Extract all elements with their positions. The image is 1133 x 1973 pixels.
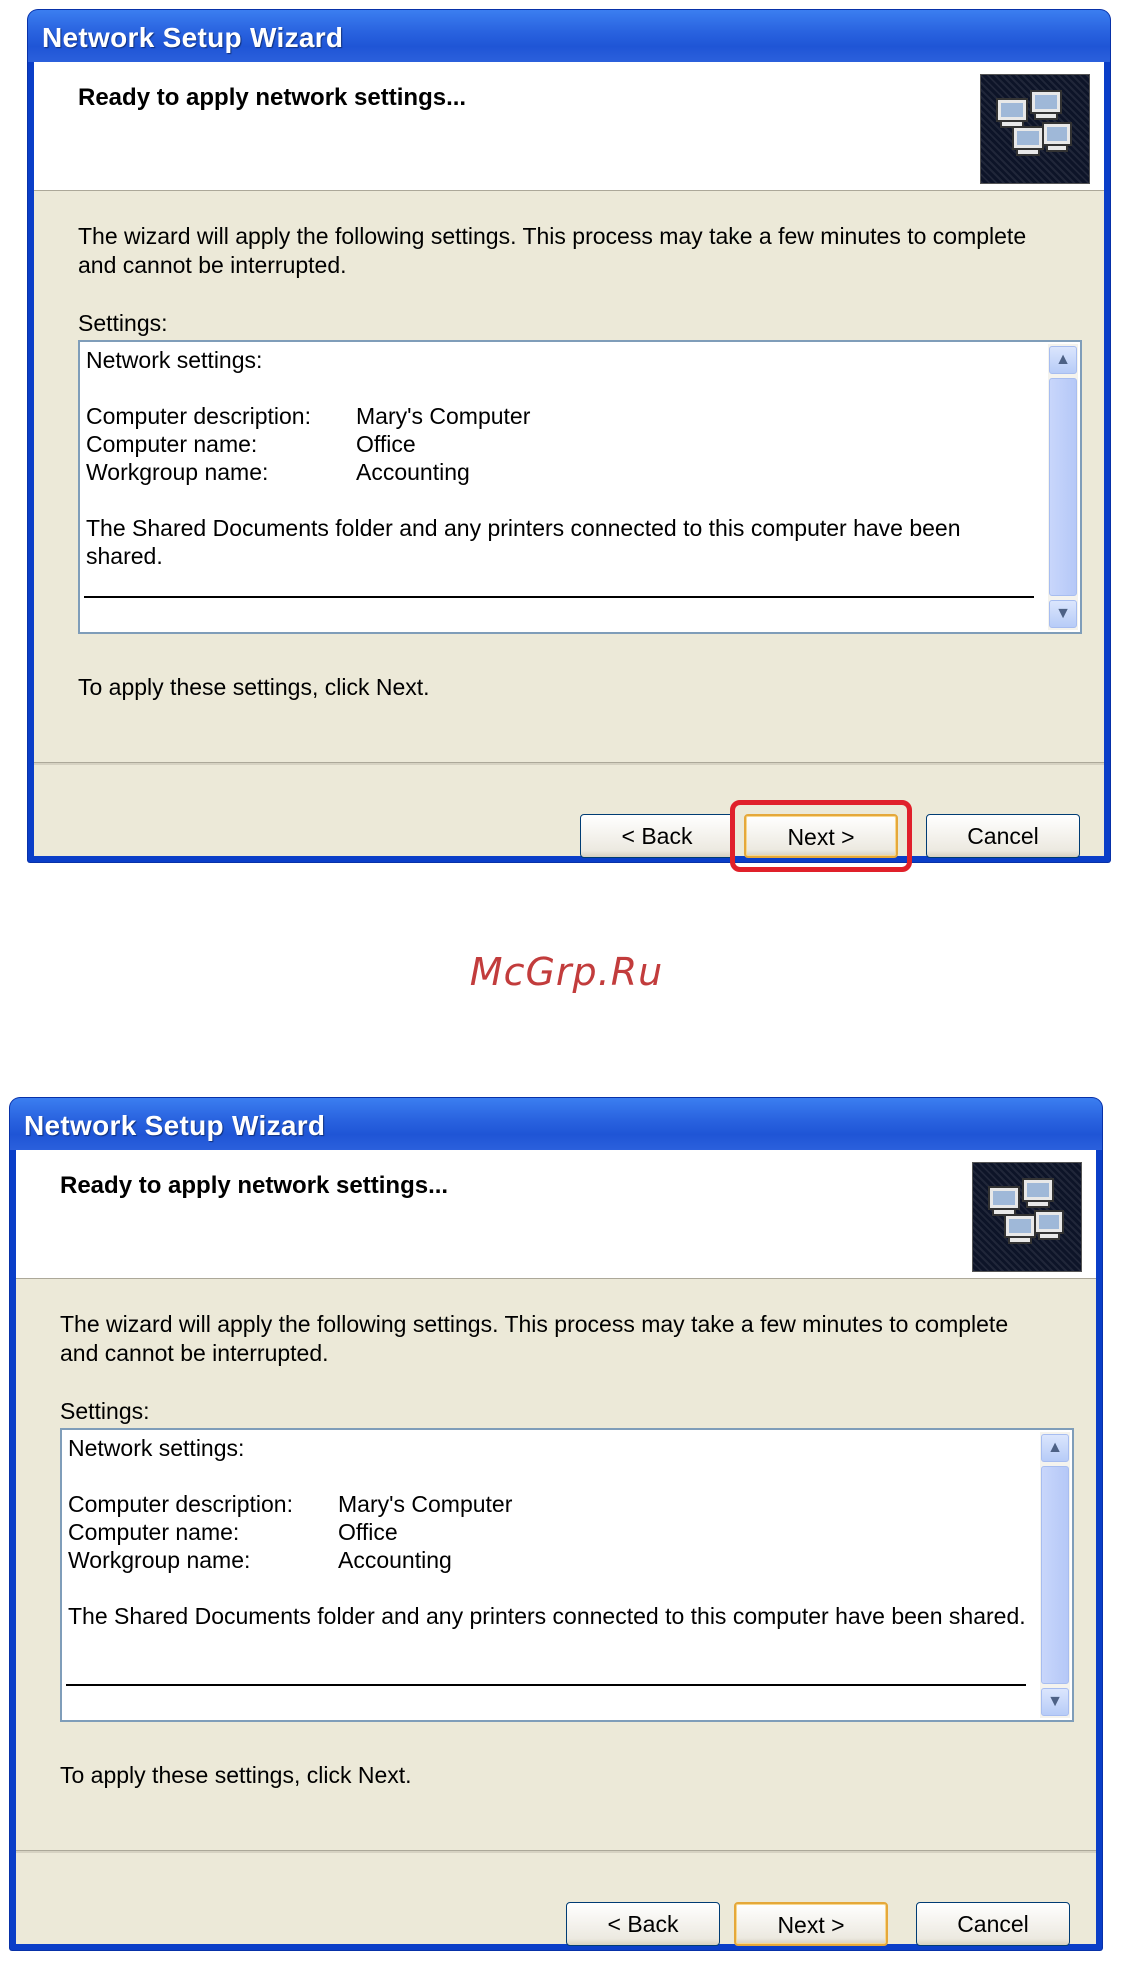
intro-text: The wizard will apply the following sett… bbox=[78, 223, 1027, 278]
wizard-client-area: Ready to apply network settings... The w… bbox=[16, 1150, 1096, 1946]
vertical-scrollbar[interactable]: ▲ ▼ bbox=[1040, 1432, 1070, 1718]
button-separator bbox=[34, 762, 1104, 765]
apply-instruction: To apply these settings, click Next. bbox=[60, 1762, 412, 1788]
scroll-down-icon[interactable]: ▼ bbox=[1049, 600, 1077, 628]
back-button[interactable]: < Back bbox=[580, 814, 734, 858]
setting-key: Computer description: bbox=[68, 1491, 293, 1517]
intro-text: The wizard will apply the following sett… bbox=[60, 1311, 1009, 1366]
setting-key: Workgroup name: bbox=[86, 459, 269, 485]
network-computers-icon bbox=[980, 74, 1090, 184]
setting-value: Office bbox=[338, 1519, 398, 1545]
cancel-button[interactable]: Cancel bbox=[916, 1902, 1070, 1946]
settings-content: Network settings: Computer description: … bbox=[68, 1434, 1032, 1630]
setting-value: Accounting bbox=[338, 1547, 452, 1573]
watermark-text: McGrp.Ru bbox=[469, 950, 664, 994]
scroll-down-icon[interactable]: ▼ bbox=[1041, 1688, 1069, 1716]
title-bar[interactable]: Network Setup Wizard bbox=[10, 1098, 1102, 1150]
scroll-thumb[interactable] bbox=[1041, 1466, 1069, 1684]
settings-content: Network settings: Computer description: … bbox=[86, 346, 1040, 570]
setting-key: Workgroup name: bbox=[68, 1547, 251, 1573]
setting-value: Accounting bbox=[356, 459, 470, 485]
window-title: Network Setup Wizard bbox=[24, 1110, 326, 1141]
apply-instruction: To apply these settings, click Next. bbox=[78, 674, 430, 700]
page-heading: Ready to apply network settings... bbox=[78, 84, 467, 111]
settings-listbox[interactable]: Network settings: Computer description: … bbox=[60, 1428, 1074, 1722]
wizard-header: Ready to apply network settings... bbox=[34, 62, 1104, 191]
button-separator bbox=[16, 1850, 1096, 1853]
setting-key: Computer description: bbox=[86, 403, 311, 429]
shared-note: The Shared Documents folder and any prin… bbox=[68, 1603, 1026, 1629]
shared-note: The Shared Documents folder and any prin… bbox=[86, 515, 961, 569]
setting-row: Workgroup name: Accounting bbox=[68, 1546, 1032, 1574]
setting-row: Computer name: Office bbox=[86, 430, 1040, 458]
setting-row: Computer name: Office bbox=[68, 1518, 1032, 1546]
scroll-up-icon[interactable]: ▲ bbox=[1041, 1434, 1069, 1462]
setting-value: Mary's Computer bbox=[338, 1491, 513, 1517]
next-button[interactable]: Next > bbox=[734, 1902, 888, 1946]
next-button-highlight bbox=[730, 800, 912, 872]
wizard-header: Ready to apply network settings... bbox=[16, 1150, 1096, 1279]
setting-row: Workgroup name: Accounting bbox=[86, 458, 1040, 486]
cancel-button[interactable]: Cancel bbox=[926, 814, 1080, 858]
setting-value: Mary's Computer bbox=[356, 403, 531, 429]
setting-value: Office bbox=[356, 431, 416, 457]
vertical-scrollbar[interactable]: ▲ ▼ bbox=[1048, 344, 1078, 630]
network-settings-heading: Network settings: bbox=[68, 1435, 245, 1461]
setting-key: Computer name: bbox=[86, 431, 258, 457]
page-heading: Ready to apply network settings... bbox=[60, 1172, 449, 1199]
network-settings-heading: Network settings: bbox=[86, 347, 263, 373]
scroll-thumb[interactable] bbox=[1049, 378, 1077, 596]
setting-key: Computer name: bbox=[68, 1519, 240, 1545]
settings-label: Settings: bbox=[60, 1398, 150, 1424]
scroll-up-icon[interactable]: ▲ bbox=[1049, 346, 1077, 374]
wizard-client-area: Ready to apply network settings... The w… bbox=[34, 62, 1104, 872]
settings-listbox[interactable]: Network settings: Computer description: … bbox=[78, 340, 1082, 634]
title-bar[interactable]: Network Setup Wizard bbox=[28, 10, 1110, 62]
divider-line bbox=[66, 1684, 1026, 1686]
wizard-dialog-2: Network Setup Wizard Ready to apply netw… bbox=[10, 1098, 1102, 1950]
setting-row: Computer description: Mary's Computer bbox=[86, 402, 1040, 430]
network-computers-icon bbox=[972, 1162, 1082, 1272]
settings-label: Settings: bbox=[78, 310, 168, 336]
setting-row: Computer description: Mary's Computer bbox=[68, 1490, 1032, 1518]
window-title: Network Setup Wizard bbox=[42, 22, 344, 53]
divider-line bbox=[84, 596, 1034, 598]
wizard-dialog-1: Network Setup Wizard Ready to apply netw… bbox=[28, 10, 1110, 872]
back-button[interactable]: < Back bbox=[566, 1902, 720, 1946]
